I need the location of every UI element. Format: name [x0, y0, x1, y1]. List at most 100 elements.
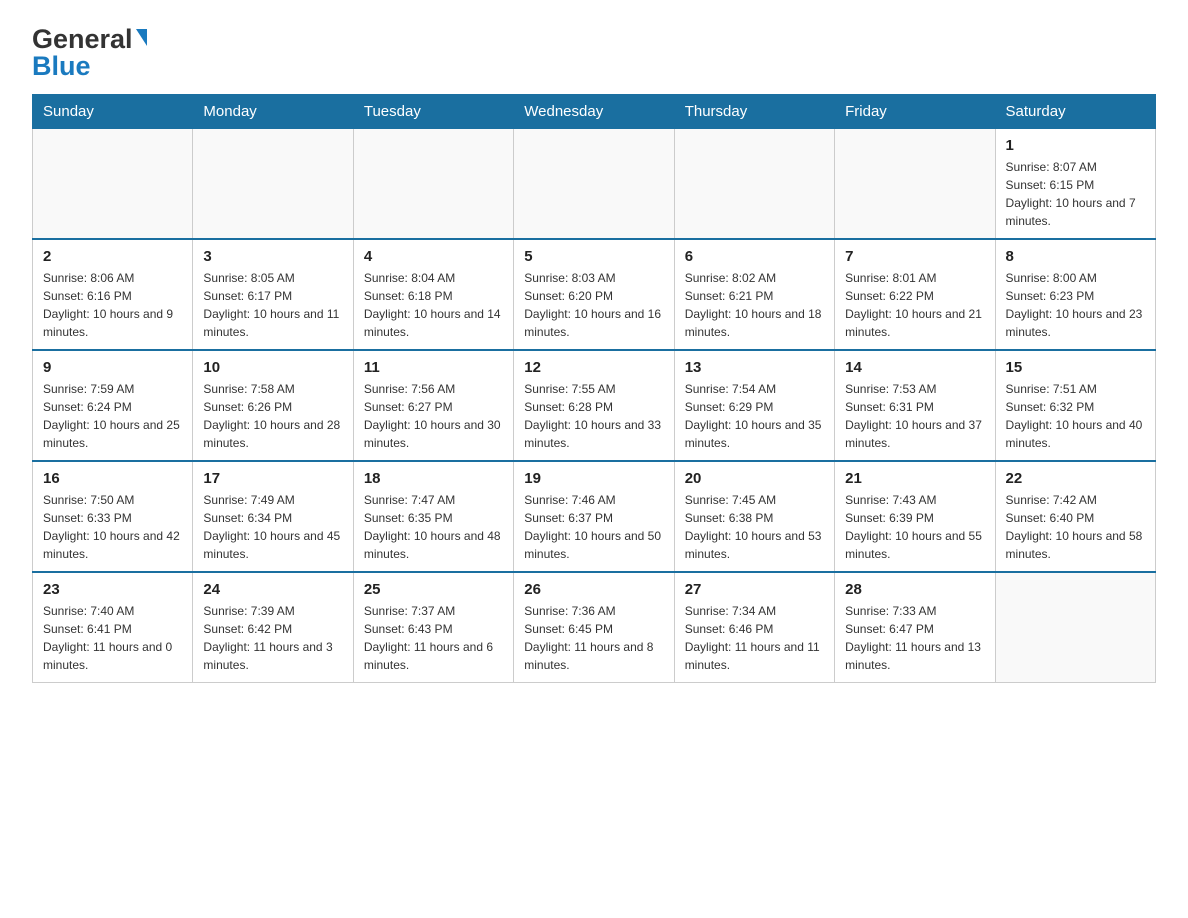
day-number: 3: [203, 248, 342, 265]
day-info: Sunrise: 7:47 AMSunset: 6:35 PMDaylight:…: [364, 491, 503, 563]
header-friday: Friday: [835, 95, 995, 129]
day-number: 20: [685, 470, 824, 487]
table-row: 17 Sunrise: 7:49 AMSunset: 6:34 PMDayligh…: [193, 461, 353, 572]
table-row: 6 Sunrise: 8:02 AMSunset: 6:21 PMDaylight…: [674, 239, 834, 350]
day-info: Sunrise: 7:49 AMSunset: 6:34 PMDaylight:…: [203, 491, 342, 563]
day-number: 9: [43, 359, 182, 376]
day-info: Sunrise: 7:56 AMSunset: 6:27 PMDaylight:…: [364, 380, 503, 452]
day-info: Sunrise: 7:40 AMSunset: 6:41 PMDaylight:…: [43, 602, 182, 674]
day-number: 26: [524, 581, 663, 598]
day-number: 10: [203, 359, 342, 376]
day-info: Sunrise: 8:07 AMSunset: 6:15 PMDaylight:…: [1006, 158, 1145, 230]
table-row: [835, 129, 995, 240]
week-row-5: 23 Sunrise: 7:40 AMSunset: 6:41 PMDayligh…: [33, 572, 1156, 683]
header-monday: Monday: [193, 95, 353, 129]
logo-general: General: [32, 24, 133, 54]
week-row-2: 2 Sunrise: 8:06 AMSunset: 6:16 PMDaylight…: [33, 239, 1156, 350]
day-info: Sunrise: 8:01 AMSunset: 6:22 PMDaylight:…: [845, 269, 984, 341]
calendar-table: Sunday Monday Tuesday Wednesday Thursday…: [32, 94, 1156, 683]
day-number: 5: [524, 248, 663, 265]
table-row: 2 Sunrise: 8:06 AMSunset: 6:16 PMDaylight…: [33, 239, 193, 350]
table-row: 11 Sunrise: 7:56 AMSunset: 6:27 PMDayligh…: [353, 350, 513, 461]
table-row: 24 Sunrise: 7:39 AMSunset: 6:42 PMDayligh…: [193, 572, 353, 683]
day-info: Sunrise: 7:36 AMSunset: 6:45 PMDaylight:…: [524, 602, 663, 674]
day-number: 23: [43, 581, 182, 598]
day-number: 7: [845, 248, 984, 265]
table-row: 15Sunrise: 7:51 AMSunset: 6:32 PMDayligh…: [995, 350, 1155, 461]
table-row: [514, 129, 674, 240]
day-info: Sunrise: 8:04 AMSunset: 6:18 PMDaylight:…: [364, 269, 503, 341]
day-number: 21: [845, 470, 984, 487]
table-row: 23 Sunrise: 7:40 AMSunset: 6:41 PMDayligh…: [33, 572, 193, 683]
day-info: Sunrise: 7:59 AMSunset: 6:24 PMDaylight:…: [43, 380, 182, 452]
header-tuesday: Tuesday: [353, 95, 513, 129]
day-info: Sunrise: 7:46 AMSunset: 6:37 PMDaylight:…: [524, 491, 663, 563]
logo-triangle-icon: [136, 29, 147, 46]
header-thursday: Thursday: [674, 95, 834, 129]
table-row: 10 Sunrise: 7:58 AMSunset: 6:26 PMDayligh…: [193, 350, 353, 461]
day-info: Sunrise: 7:42 AMSunset: 6:40 PMDaylight:…: [1006, 491, 1145, 563]
table-row: 8 Sunrise: 8:00 AMSunset: 6:23 PMDaylight…: [995, 239, 1155, 350]
day-number: 1: [1006, 137, 1145, 154]
day-number: 25: [364, 581, 503, 598]
day-info: Sunrise: 7:34 AMSunset: 6:46 PMDaylight:…: [685, 602, 824, 674]
day-number: 6: [685, 248, 824, 265]
table-row: 4Sunrise: 8:04 AMSunset: 6:18 PMDaylight…: [353, 239, 513, 350]
table-row: 13 Sunrise: 7:54 AMSunset: 6:29 PMDayligh…: [674, 350, 834, 461]
day-number: 13: [685, 359, 824, 376]
day-number: 2: [43, 248, 182, 265]
header-saturday: Saturday: [995, 95, 1155, 129]
day-number: 19: [524, 470, 663, 487]
day-info: Sunrise: 8:03 AMSunset: 6:20 PMDaylight:…: [524, 269, 663, 341]
table-row: 12 Sunrise: 7:55 AMSunset: 6:28 PMDayligh…: [514, 350, 674, 461]
day-number: 15: [1006, 359, 1145, 376]
table-row: 9 Sunrise: 7:59 AMSunset: 6:24 PMDaylight…: [33, 350, 193, 461]
logo: General Blue: [32, 24, 147, 82]
day-info: Sunrise: 7:43 AMSunset: 6:39 PMDaylight:…: [845, 491, 984, 563]
day-number: 16: [43, 470, 182, 487]
day-info: Sunrise: 8:06 AMSunset: 6:16 PMDaylight:…: [43, 269, 182, 341]
day-info: Sunrise: 7:50 AMSunset: 6:33 PMDaylight:…: [43, 491, 182, 563]
day-number: 18: [364, 470, 503, 487]
table-row: 20 Sunrise: 7:45 AMSunset: 6:38 PMDayligh…: [674, 461, 834, 572]
day-info: Sunrise: 8:00 AMSunset: 6:23 PMDaylight:…: [1006, 269, 1145, 341]
table-row: 7 Sunrise: 8:01 AMSunset: 6:22 PMDaylight…: [835, 239, 995, 350]
table-row: 18 Sunrise: 7:47 AMSunset: 6:35 PMDayligh…: [353, 461, 513, 572]
table-row: 5 Sunrise: 8:03 AMSunset: 6:20 PMDaylight…: [514, 239, 674, 350]
day-info: Sunrise: 7:33 AMSunset: 6:47 PMDaylight:…: [845, 602, 984, 674]
week-row-4: 16 Sunrise: 7:50 AMSunset: 6:33 PMDayligh…: [33, 461, 1156, 572]
week-row-1: 1 Sunrise: 8:07 AMSunset: 6:15 PMDaylight…: [33, 129, 1156, 240]
day-info: Sunrise: 7:45 AMSunset: 6:38 PMDaylight:…: [685, 491, 824, 563]
header-wednesday: Wednesday: [514, 95, 674, 129]
table-row: [995, 572, 1155, 683]
day-info: Sunrise: 7:37 AMSunset: 6:43 PMDaylight:…: [364, 602, 503, 674]
day-info: Sunrise: 7:53 AMSunset: 6:31 PMDaylight:…: [845, 380, 984, 452]
table-row: 25 Sunrise: 7:37 AMSunset: 6:43 PMDayligh…: [353, 572, 513, 683]
day-info: Sunrise: 8:02 AMSunset: 6:21 PMDaylight:…: [685, 269, 824, 341]
header-sunday: Sunday: [33, 95, 193, 129]
day-number: 14: [845, 359, 984, 376]
table-row: 3 Sunrise: 8:05 AMSunset: 6:17 PMDaylight…: [193, 239, 353, 350]
day-number: 24: [203, 581, 342, 598]
day-info: Sunrise: 7:39 AMSunset: 6:42 PMDaylight:…: [203, 602, 342, 674]
table-row: 16 Sunrise: 7:50 AMSunset: 6:33 PMDayligh…: [33, 461, 193, 572]
day-number: 27: [685, 581, 824, 598]
day-info: Sunrise: 7:58 AMSunset: 6:26 PMDaylight:…: [203, 380, 342, 452]
table-row: 26 Sunrise: 7:36 AMSunset: 6:45 PMDayligh…: [514, 572, 674, 683]
day-info: Sunrise: 7:55 AMSunset: 6:28 PMDaylight:…: [524, 380, 663, 452]
table-row: 22 Sunrise: 7:42 AMSunset: 6:40 PMDayligh…: [995, 461, 1155, 572]
day-number: 17: [203, 470, 342, 487]
day-info: Sunrise: 7:54 AMSunset: 6:29 PMDaylight:…: [685, 380, 824, 452]
day-info: Sunrise: 8:05 AMSunset: 6:17 PMDaylight:…: [203, 269, 342, 341]
table-row: 27 Sunrise: 7:34 AMSunset: 6:46 PMDayligh…: [674, 572, 834, 683]
day-number: 22: [1006, 470, 1145, 487]
table-row: 1 Sunrise: 8:07 AMSunset: 6:15 PMDaylight…: [995, 129, 1155, 240]
day-number: 12: [524, 359, 663, 376]
page-header: General Blue: [32, 24, 1156, 82]
table-row: 21 Sunrise: 7:43 AMSunset: 6:39 PMDayligh…: [835, 461, 995, 572]
day-number: 11: [364, 359, 503, 376]
logo-blue: Blue: [32, 51, 91, 81]
table-row: 14 Sunrise: 7:53 AMSunset: 6:31 PMDayligh…: [835, 350, 995, 461]
day-number: 8: [1006, 248, 1145, 265]
table-row: 28Sunrise: 7:33 AMSunset: 6:47 PMDayligh…: [835, 572, 995, 683]
